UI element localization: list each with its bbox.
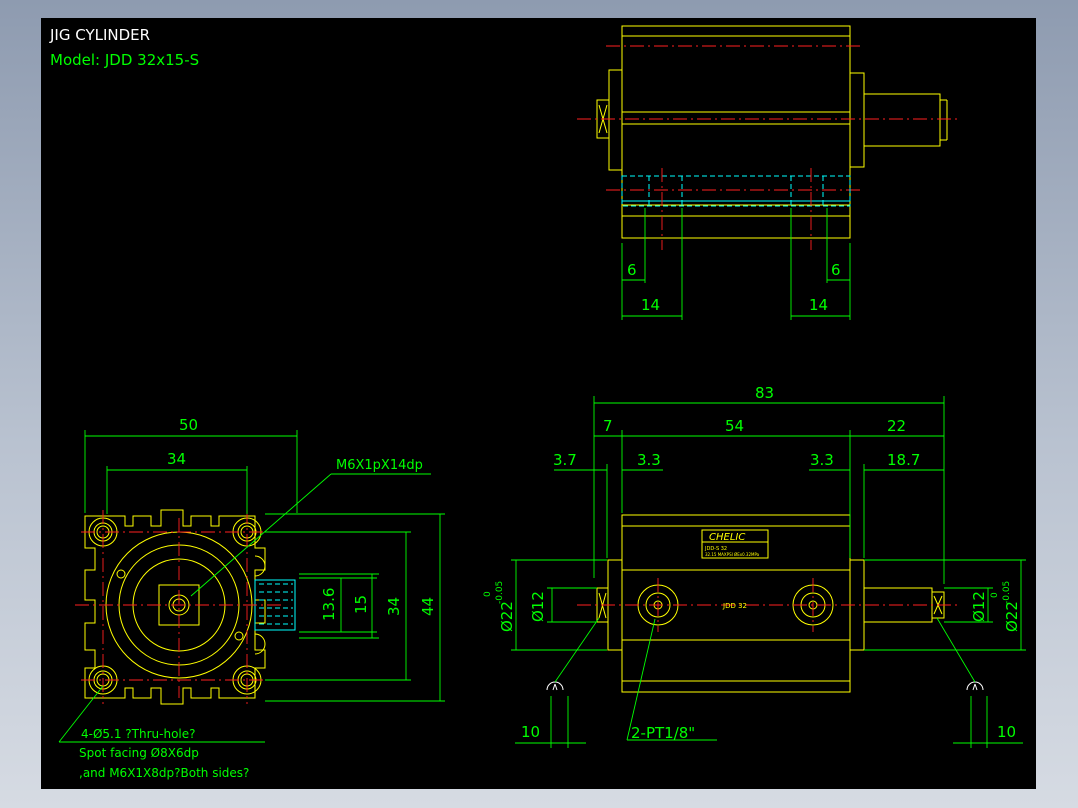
dim-side-3-7: 3.7 (553, 451, 577, 469)
dim-end-15: 15 (352, 595, 370, 614)
dim-side-10-right: 10 (997, 723, 1016, 741)
tol-left-upper: 0 (483, 591, 493, 597)
dim-side-18-7: 18.7 (887, 451, 920, 469)
nameplate-line2: 32.15 MAXPSI ØEx0.32MPa (705, 552, 760, 557)
dim-side-22: 22 (887, 417, 906, 435)
dim-side-7: 7 (603, 417, 613, 435)
side-view (511, 396, 1026, 748)
dim-end-34: 34 (167, 450, 186, 468)
dim-top-14-right: 14 (809, 296, 828, 314)
top-view-right-plate (849, 72, 865, 168)
callout-thread: M6X1pX14dp (336, 458, 423, 473)
dim-side-3-3-left: 3.3 (637, 451, 661, 469)
dim-side-dia12-left: Ø12 (529, 591, 547, 622)
dim-side-3-3-right: 3.3 (810, 451, 834, 469)
end-view (58, 430, 445, 743)
model-label: Model: JDD 32x15-S (50, 51, 199, 69)
top-view-piston-rod (863, 93, 941, 147)
dim-top-6-left: 6 (627, 261, 637, 279)
end-view-outline (84, 509, 266, 705)
dim-side-dia22-right: Ø22 (1003, 601, 1021, 632)
dim-end-13-6: 13.6 (320, 588, 338, 621)
body-marking: JDD 32 (722, 602, 747, 610)
dim-top-6-right: 6 (831, 261, 841, 279)
drawing-title: JIG CYLINDER (49, 26, 150, 44)
drawing-canvas: JIG CYLINDER Model: JDD 32x15-S 6 6 14 1… (41, 18, 1036, 789)
note-spot-facing: Spot facing Ø8X6dp (79, 746, 199, 760)
brand-logo: CHELIC (709, 532, 745, 543)
dim-side-54: 54 (725, 417, 744, 435)
dim-end-50: 50 (179, 416, 198, 434)
note-both-sides: ,and M6X1X8dp?Both sides? (79, 766, 249, 780)
dim-end-34-vertical: 34 (385, 597, 403, 616)
dim-side-dia22-left: Ø22 (498, 601, 516, 632)
dim-side-83: 83 (755, 384, 774, 402)
dim-top-14-left: 14 (641, 296, 660, 314)
note-thru-hole: 4-Ø5.1 ?Thru-hole? (81, 727, 196, 741)
cad-drawing: JIG CYLINDER Model: JDD 32x15-S 6 6 14 1… (49, 25, 1026, 780)
dim-end-44: 44 (419, 597, 437, 616)
tol-right-lower: -0.05 (1002, 581, 1012, 604)
port-note: 2-PT1/8" (631, 724, 695, 742)
top-view-left-cap (608, 69, 623, 171)
tol-right-upper: 0 (990, 592, 1000, 598)
dim-side-dia12-right: Ø12 (970, 591, 988, 622)
tol-left-lower: -0.05 (495, 581, 505, 604)
dim-side-10-left: 10 (521, 723, 540, 741)
